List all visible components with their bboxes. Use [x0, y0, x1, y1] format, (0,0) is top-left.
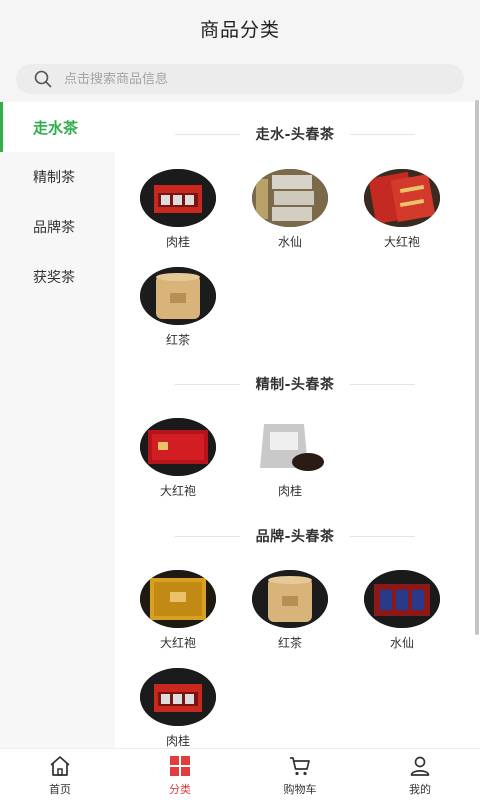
- sidebar-item-huojiang[interactable]: 获奖茶: [0, 252, 115, 302]
- divider: [174, 133, 240, 135]
- red-box-image: [140, 418, 216, 476]
- product-name: 水仙: [277, 235, 302, 249]
- product-card[interactable]: 肉桂: [128, 668, 228, 748]
- product-card[interactable]: 红茶: [128, 267, 228, 351]
- product-name: 大红袍: [383, 235, 420, 249]
- user-icon: [408, 754, 432, 778]
- product-name: 肉桂: [165, 235, 190, 249]
- search-bar-container: [0, 56, 480, 102]
- sidebar-item-label: 精制茶: [33, 170, 75, 186]
- product-name: 肉桂: [277, 484, 302, 498]
- cart-icon: [288, 754, 312, 778]
- page-title: 商品分类: [199, 18, 280, 41]
- product-card[interactable]: 大红袍: [128, 418, 228, 502]
- section-title: 品牌-头春茶: [255, 529, 335, 545]
- sidebar-item-label: 走水茶: [33, 118, 79, 137]
- tab-label: 分类: [169, 782, 191, 796]
- category-icon: [168, 754, 192, 778]
- product-card[interactable]: 水仙: [352, 570, 452, 654]
- product-name: 红茶: [277, 636, 302, 650]
- sidebar-item-zoushui[interactable]: 走水茶: [0, 102, 115, 152]
- search-input[interactable]: [64, 71, 424, 87]
- product-card[interactable]: 大红袍: [352, 169, 452, 253]
- gold-box-image: [140, 570, 216, 628]
- scrollbar[interactable]: [475, 100, 479, 635]
- product-name: 大红袍: [159, 484, 196, 498]
- product-card[interactable]: 肉桂: [128, 169, 228, 253]
- silver-bag-image: [252, 418, 328, 476]
- red-gift-box-image: [140, 668, 216, 726]
- tab-cart[interactable]: 购物车: [240, 749, 360, 800]
- section-title: 走水-头春茶: [255, 127, 335, 143]
- divider: [174, 535, 240, 537]
- divider: [350, 133, 416, 135]
- product-name: 红茶: [165, 333, 190, 347]
- sidebar-item-pinpai[interactable]: 品牌茶: [0, 202, 115, 252]
- search-bar[interactable]: [16, 64, 464, 94]
- section-header: 走水-头春茶: [115, 122, 475, 146]
- divider: [350, 383, 416, 385]
- section-header: 品牌-头春茶: [115, 524, 475, 548]
- blue-tins-image: [364, 570, 440, 628]
- tab-mine[interactable]: 我的: [360, 749, 480, 800]
- search-icon: [32, 68, 54, 90]
- sidebar-item-jingzhi[interactable]: 精制茶: [0, 152, 115, 202]
- product-card[interactable]: 水仙: [240, 169, 340, 253]
- home-icon: [48, 754, 72, 778]
- tab-home[interactable]: 首页: [0, 749, 120, 800]
- category-sidebar: 走水茶 精制茶 品牌茶 获奖茶: [0, 102, 115, 748]
- tab-label: 购物车: [283, 782, 317, 796]
- product-card[interactable]: 大红袍: [128, 570, 228, 654]
- product-card[interactable]: 红茶: [240, 570, 340, 654]
- product-card[interactable]: 肉桂: [240, 418, 340, 502]
- product-name: 水仙: [389, 636, 414, 650]
- page-header: 商品分类: [0, 0, 480, 56]
- tab-label: 首页: [49, 782, 71, 796]
- product-list: 走水-头春茶 肉桂 水仙 大红袍 红茶 精制-头春茶 大红袍 肉桂 品牌-头春茶…: [115, 102, 475, 748]
- red-gift-box-image: [140, 169, 216, 227]
- product-name: 肉桂: [165, 734, 190, 748]
- red-tins-image: [364, 169, 440, 227]
- tab-label: 我的: [409, 782, 431, 796]
- kraft-tube-image: [140, 267, 216, 325]
- bottom-tab-bar: 首页 分类 购物车 我的: [0, 748, 480, 800]
- sidebar-item-label: 获奖茶: [33, 270, 75, 286]
- product-name: 大红袍: [159, 636, 196, 650]
- tab-category[interactable]: 分类: [120, 749, 240, 800]
- kraft-tube-image: [252, 570, 328, 628]
- section-header: 精制-头春茶: [115, 372, 475, 396]
- divider: [350, 535, 416, 537]
- sidebar-item-label: 品牌茶: [33, 220, 75, 236]
- paper-tea-packs-image: [252, 169, 328, 227]
- divider: [174, 383, 240, 385]
- section-title: 精制-头春茶: [255, 377, 335, 393]
